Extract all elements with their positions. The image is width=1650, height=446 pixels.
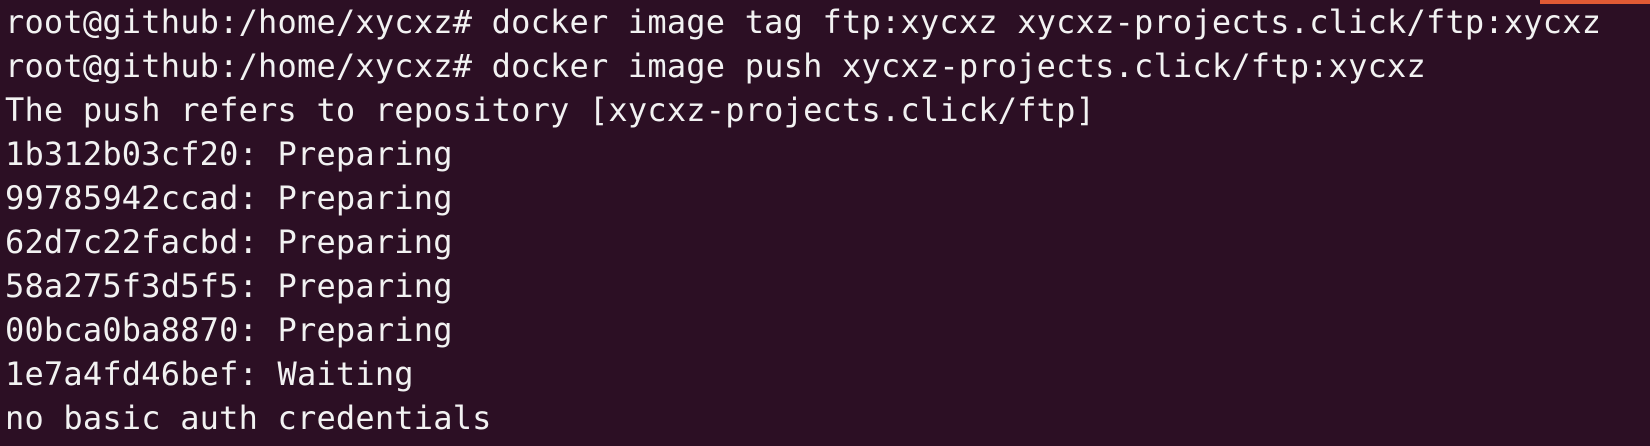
terminal-line-layer-status: 00bca0ba8870: Preparing (5, 311, 453, 349)
terminal-line-command-push: root@github:/home/xycxz# docker image pu… (5, 47, 1426, 85)
terminal-line-layer-status: 99785942ccad: Preparing (5, 179, 453, 217)
terminal-line-command-tag: root@github:/home/xycxz# docker image ta… (5, 3, 1602, 41)
terminal-line-layer-status: 1e7a4fd46bef: Waiting (5, 355, 414, 393)
terminal-line-layer-status: 62d7c22facbd: Preparing (5, 223, 453, 261)
terminal-line-error-message: no basic auth credentials (5, 399, 492, 437)
terminal-line-layer-status: 1b312b03cf20: Preparing (5, 135, 453, 173)
terminal-window[interactable]: root@github:/home/xycxz# docker image ta… (0, 0, 1650, 446)
terminal-line-layer-status: 58a275f3d5f5: Preparing (5, 267, 453, 305)
terminal-output: root@github:/home/xycxz# docker image ta… (5, 0, 1601, 440)
terminal-line-push-repository: The push refers to repository [xycxz-pro… (5, 91, 1096, 129)
